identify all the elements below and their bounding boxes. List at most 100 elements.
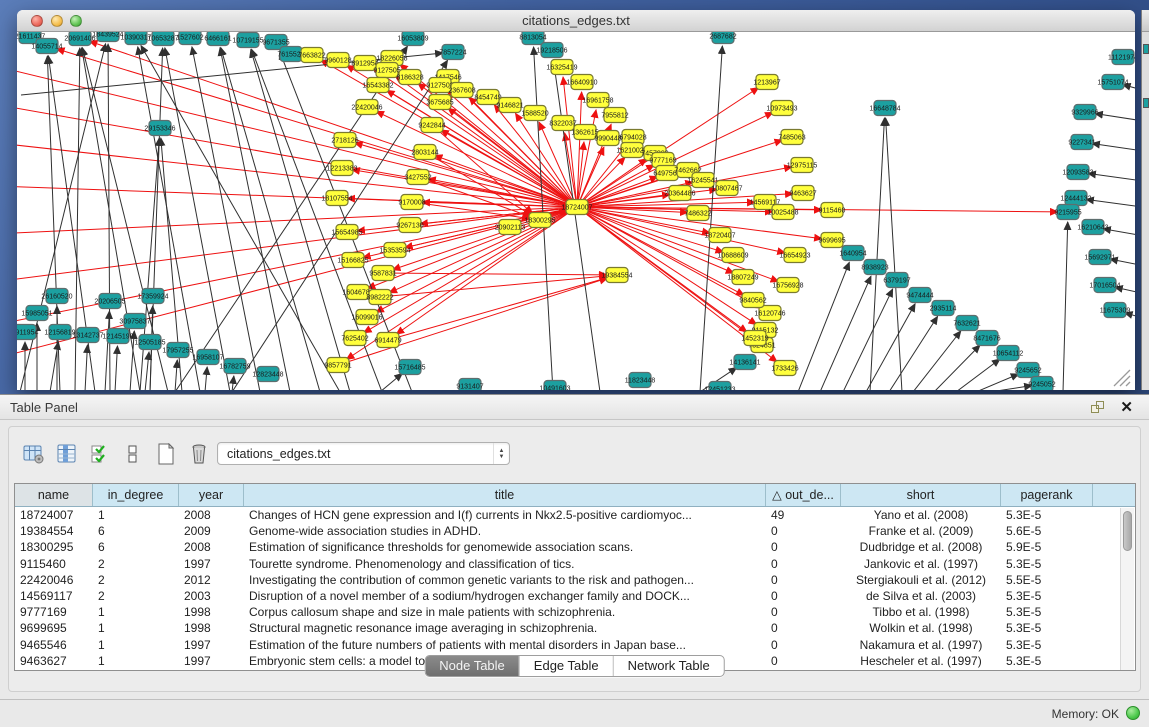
graph-node[interactable]: 9329966 [1071,105,1098,120]
graph-edge[interactable] [205,367,207,390]
graph-node[interactable]: 10025488 [767,205,798,220]
graph-node[interactable]: 15751074 [1097,75,1128,90]
graph-node[interactable]: 26160520 [41,289,72,304]
graph-node[interactable]: 3675685 [426,95,453,110]
graph-node[interactable]: 20691406 [64,32,95,46]
graph-node[interactable]: 1588520 [521,106,548,121]
graph-node[interactable]: 9463627 [789,186,816,201]
table-scrollbar[interactable] [1120,508,1134,671]
graph-edge[interactable] [380,373,402,390]
graph-edge[interactable] [105,311,109,390]
graph-node[interactable]: 11823448 [625,373,656,388]
column-header-year[interactable]: year [179,484,244,506]
graph-node[interactable]: 18300295 [524,213,555,228]
graph-node[interactable]: 2367608 [448,83,475,98]
table-row[interactable]: 977716911998Corpus callosum shape and si… [15,604,1135,620]
graph-node[interactable]: 16210643 [1077,220,1108,235]
graph-node[interactable]: 12975115 [787,158,818,173]
graph-node[interactable]: 9699695 [818,233,845,248]
close-panel-icon[interactable]: ✕ [1120,398,1133,416]
graph-node[interactable]: 2935114 [930,301,957,316]
graph-node[interactable]: 18807249 [727,270,758,285]
row-height-button[interactable] [120,441,146,467]
graph-edge[interactable] [866,304,915,390]
graph-edge[interactable] [251,50,350,390]
graph-node[interactable]: 16654923 [779,248,810,263]
graph-node[interactable]: 17016504 [1089,278,1120,293]
graph-node[interactable]: 17359924 [137,289,168,304]
graph-edge[interactable] [1092,143,1135,152]
graph-edge[interactable] [192,47,260,390]
graph-edge[interactable] [820,276,871,390]
graph-node[interactable]: 1640954 [839,246,866,261]
graph-node[interactable]: 11675309 [1100,303,1131,318]
graph-edge[interactable] [1086,199,1135,208]
graph-node[interactable]: 9587831 [369,266,396,281]
graph-node[interactable]: 3911954 [17,325,38,340]
graph-node[interactable]: 6914479 [374,333,401,348]
graph-node[interactable]: 30975837 [119,314,150,329]
graph-node[interactable]: 10807467 [711,181,742,196]
graph-node[interactable]: 9227341 [1068,135,1095,150]
graph-node[interactable]: 14136141 [729,355,760,370]
graph-node[interactable]: 16053809 [397,32,428,46]
column-header-name[interactable]: name [15,484,93,506]
graph-node[interactable]: 7632621 [953,316,980,331]
graph-node[interactable]: 16648784 [869,101,900,116]
graph-node[interactable]: 8982222 [366,290,393,305]
graph-node[interactable]: 16756928 [772,278,803,293]
graph-node[interactable]: 16325419 [546,60,577,75]
graph-node[interactable]: 10973493 [766,101,797,116]
column-header-in_degree[interactable]: in_degree [93,484,179,506]
graph-node[interactable]: 12823448 [252,367,283,382]
column-header-out_de[interactable]: △ out_de... [766,484,841,506]
graph-edge[interactable] [145,352,149,390]
graph-edge[interactable] [870,118,884,390]
graph-node[interactable]: 12145190 [102,329,133,344]
create-column-button[interactable] [153,441,179,467]
graph-node[interactable]: 16640910 [566,75,597,90]
graph-node[interactable]: 7625402 [341,331,368,346]
graph-node[interactable]: 15166825 [337,253,368,268]
float-panel-icon[interactable] [1091,401,1105,414]
graph-node[interactable]: 10653287 [147,32,178,46]
graph-edge[interactable] [990,386,1032,390]
memory-status-indicator[interactable] [1126,706,1140,720]
column-header-title[interactable]: title [244,484,766,506]
graph-node[interactable]: 12444132 [1060,191,1091,206]
graph-edge[interactable] [383,273,607,275]
graph-node[interactable]: 12156819 [44,325,75,340]
graph-node[interactable]: 12213383 [326,161,357,176]
resize-grip-icon[interactable] [1114,370,1130,386]
graph-node[interactable]: 9131407 [456,379,483,391]
graph-node[interactable]: 9146821 [496,98,523,113]
graph-node[interactable]: 7663822 [298,48,325,63]
column-visibility-button[interactable] [87,441,113,467]
graph-edge[interactable] [232,376,234,390]
graph-node[interactable]: 1213967 [753,75,780,90]
background-window-edge[interactable] [1141,10,1149,390]
graph-node[interactable]: 10654112 [993,346,1024,361]
graph-node[interactable]: 18720407 [704,228,735,243]
graph-edge[interactable] [85,345,87,390]
graph-node[interactable]: 29153346 [144,121,175,136]
graph-node[interactable]: 17957255 [162,343,193,358]
graph-node[interactable]: 15353594 [379,243,410,258]
graph-edge[interactable] [115,346,117,390]
graph-node[interactable]: 13142737 [72,328,103,343]
graph-node[interactable]: 9115460 [819,203,846,218]
graph-node[interactable]: 16782759 [219,359,250,374]
table-row[interactable]: 1830029562008Estimation of significance … [15,539,1135,555]
table-row[interactable]: 1938455462009Genome-wide association stu… [15,523,1135,539]
table-row[interactable]: 1456911722003Disruption of a novel membe… [15,588,1135,604]
graph-node[interactable]: 15654985 [331,225,362,240]
graph-node[interactable]: 7485063 [778,130,805,145]
graph-edge[interactable] [1088,173,1135,182]
graph-edge[interactable] [889,316,938,390]
graph-edge[interactable] [798,262,849,390]
graph-node[interactable]: 8186328 [396,70,423,85]
graph-node[interactable]: 9840562 [739,293,766,308]
graph-edge[interactable] [913,331,961,390]
graph-edge[interactable] [553,60,600,390]
graph-edge[interactable] [956,359,1000,390]
